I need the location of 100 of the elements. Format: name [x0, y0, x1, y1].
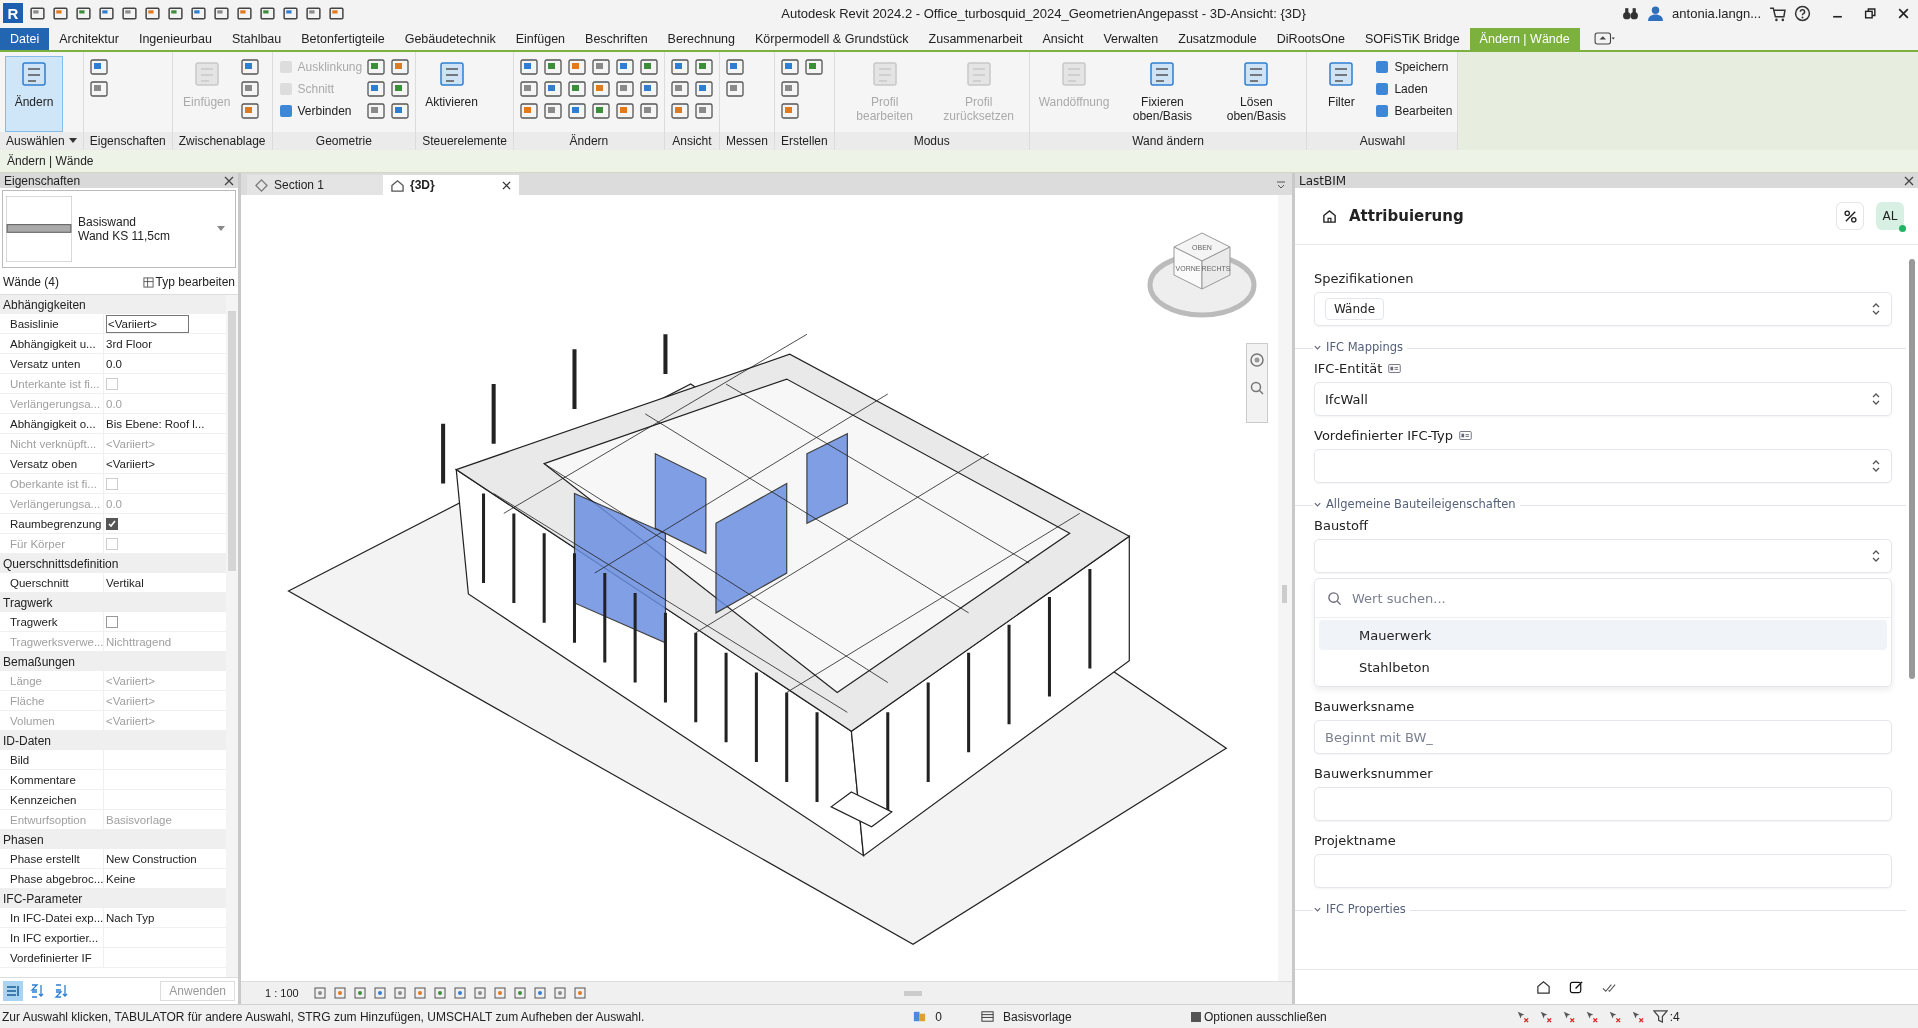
exclude-options-checkbox[interactable]: Optionen ausschließen: [1191, 1009, 1327, 1024]
tool-icon[interactable]: [804, 57, 824, 77]
view-control-icon[interactable]: [332, 986, 347, 1000]
tool-icon[interactable]: [780, 57, 800, 77]
view-control-icon[interactable]: [532, 986, 547, 1000]
help-icon[interactable]: [1794, 4, 1811, 22]
tool-icon[interactable]: [693, 101, 714, 121]
tool-icon[interactable]: [239, 101, 260, 121]
ribbon-tab[interactable]: Beschriften: [575, 28, 658, 50]
tool-icon[interactable]: [638, 101, 659, 121]
tool-icon[interactable]: [669, 57, 690, 77]
property-field[interactable]: <Variiert>: [106, 314, 189, 333]
ribbon-tab[interactable]: Datei: [0, 28, 50, 50]
ribbon-button[interactable]: Lösen oben/Basis: [1211, 56, 1302, 132]
tool-icon[interactable]: [614, 79, 635, 99]
user-avatar[interactable]: AL: [1876, 202, 1904, 230]
categorized-view-icon[interactable]: [3, 981, 23, 1001]
tool-icon[interactable]: [239, 57, 260, 77]
tool-icon[interactable]: [542, 79, 563, 99]
user-name[interactable]: antonia.langn...: [1672, 5, 1761, 21]
filter-icon[interactable]: [1652, 1009, 1668, 1024]
toolbar-icon[interactable]: [75, 4, 92, 22]
tab-menu-icon[interactable]: [1276, 181, 1286, 189]
ribbon-tab[interactable]: Körpermodell & Grundstück: [745, 28, 919, 50]
home-icon[interactable]: [1536, 979, 1551, 995]
scrollbar-thumb[interactable]: [903, 991, 922, 996]
edit-type-button[interactable]: Typ bearbeiten: [142, 275, 235, 289]
ribbon-tab[interactable]: Verwalten: [1093, 28, 1169, 50]
dropdown-option[interactable]: Mauerwerk: [1319, 620, 1887, 650]
tool-icon[interactable]: [390, 101, 411, 121]
tool-icon[interactable]: [590, 79, 611, 99]
scrollbar-thumb[interactable]: [228, 311, 236, 571]
view-control-icon[interactable]: [492, 986, 507, 1000]
toolbar-icon[interactable]: [305, 4, 322, 22]
toolbar-icon[interactable]: [98, 4, 115, 22]
ribbon-button[interactable]: Ändern: [5, 56, 63, 132]
group-header[interactable]: Tragwerk: [3, 595, 53, 610]
tool-icon[interactable]: [590, 57, 611, 77]
navigation-bar[interactable]: [1246, 343, 1268, 423]
tool-icon[interactable]: [390, 57, 411, 77]
toolbar-icon[interactable]: [213, 4, 230, 22]
view-control-icon[interactable]: [312, 986, 327, 1000]
close-icon[interactable]: [224, 175, 234, 186]
ribbon-button[interactable]: Verbinden: [277, 103, 363, 119]
view-tab[interactable]: Section 1: [247, 175, 383, 195]
panel-toggle-icon[interactable]: [1593, 30, 1616, 47]
tool-icon[interactable]: [518, 101, 539, 121]
tool-icon[interactable]: [614, 101, 635, 121]
view-control-icon[interactable]: [572, 986, 587, 1000]
cart-icon[interactable]: [1769, 4, 1786, 22]
tool-icon[interactable]: [669, 101, 690, 121]
checkbox[interactable]: [106, 517, 118, 530]
tool-icon[interactable]: [366, 79, 387, 99]
close-icon[interactable]: [1897, 6, 1910, 20]
view-control-icon[interactable]: [372, 986, 387, 1000]
select-field[interactable]: IfcWall: [1314, 382, 1892, 416]
ribbon-tab[interactable]: Zusammenarbeit: [918, 28, 1033, 50]
worksharing-icon[interactable]: [912, 1009, 928, 1024]
view-control-icon[interactable]: [352, 986, 367, 1000]
section-toggle[interactable]: IFC Mappings: [1313, 340, 1408, 354]
tool-icon[interactable]: [566, 57, 587, 77]
ribbon-button[interactable]: Fixieren oben/Basis: [1117, 56, 1208, 132]
toolbar-icon[interactable]: [167, 4, 184, 22]
dropdown-option[interactable]: Stahlbeton: [1319, 652, 1887, 682]
tool-icon[interactable]: [693, 57, 714, 77]
ribbon-tab[interactable]: DiRootsOne: [1266, 28, 1355, 50]
tool-icon[interactable]: [590, 101, 611, 121]
view-control-icon[interactable]: [472, 986, 487, 1000]
type-selector[interactable]: Basiswand Wand KS 11,5cm: [2, 190, 236, 268]
tool-icon[interactable]: [780, 79, 800, 99]
close-icon[interactable]: [1904, 175, 1914, 186]
toolbar-icon[interactable]: [190, 4, 207, 22]
tool-icon[interactable]: [780, 101, 800, 121]
tool-icon[interactable]: [366, 101, 387, 121]
section-toggle[interactable]: IFC Properties: [1313, 902, 1410, 916]
group-header[interactable]: ID-Daten: [3, 733, 52, 748]
table-icon[interactable]: [980, 1009, 995, 1024]
tool-icon[interactable]: [366, 57, 387, 77]
tools-button[interactable]: [1836, 202, 1864, 230]
ribbon-button[interactable]: Laden: [1374, 81, 1453, 97]
tool-icon[interactable]: [638, 57, 659, 77]
ribbon-button[interactable]: Aktivieren: [421, 56, 482, 132]
ribbon-tab[interactable]: Stahlbau: [221, 28, 292, 50]
design-option-dropdown[interactable]: Basisvorlage: [1003, 1009, 1183, 1024]
category-dropdown[interactable]: Wände (4): [3, 275, 60, 289]
tool-icon[interactable]: [88, 57, 109, 77]
text-field[interactable]: [1314, 787, 1892, 821]
checkbox[interactable]: [106, 615, 118, 628]
toolbar-icon[interactable]: [328, 4, 345, 22]
toolbar-icon[interactable]: [259, 4, 276, 22]
view-control-icon[interactable]: [452, 986, 467, 1000]
tool-icon[interactable]: [239, 79, 260, 99]
section-toggle[interactable]: Allgemeine Bauteileigenschaften: [1313, 497, 1520, 511]
tool-icon[interactable]: [638, 79, 659, 99]
tool-icon[interactable]: [693, 79, 714, 99]
toolbar-icon[interactable]: [52, 4, 69, 22]
tool-icon[interactable]: [724, 57, 745, 77]
ribbon-tab[interactable]: Architektur: [49, 28, 129, 50]
toolbar-icon[interactable]: [144, 4, 161, 22]
tool-icon[interactable]: [518, 79, 539, 99]
